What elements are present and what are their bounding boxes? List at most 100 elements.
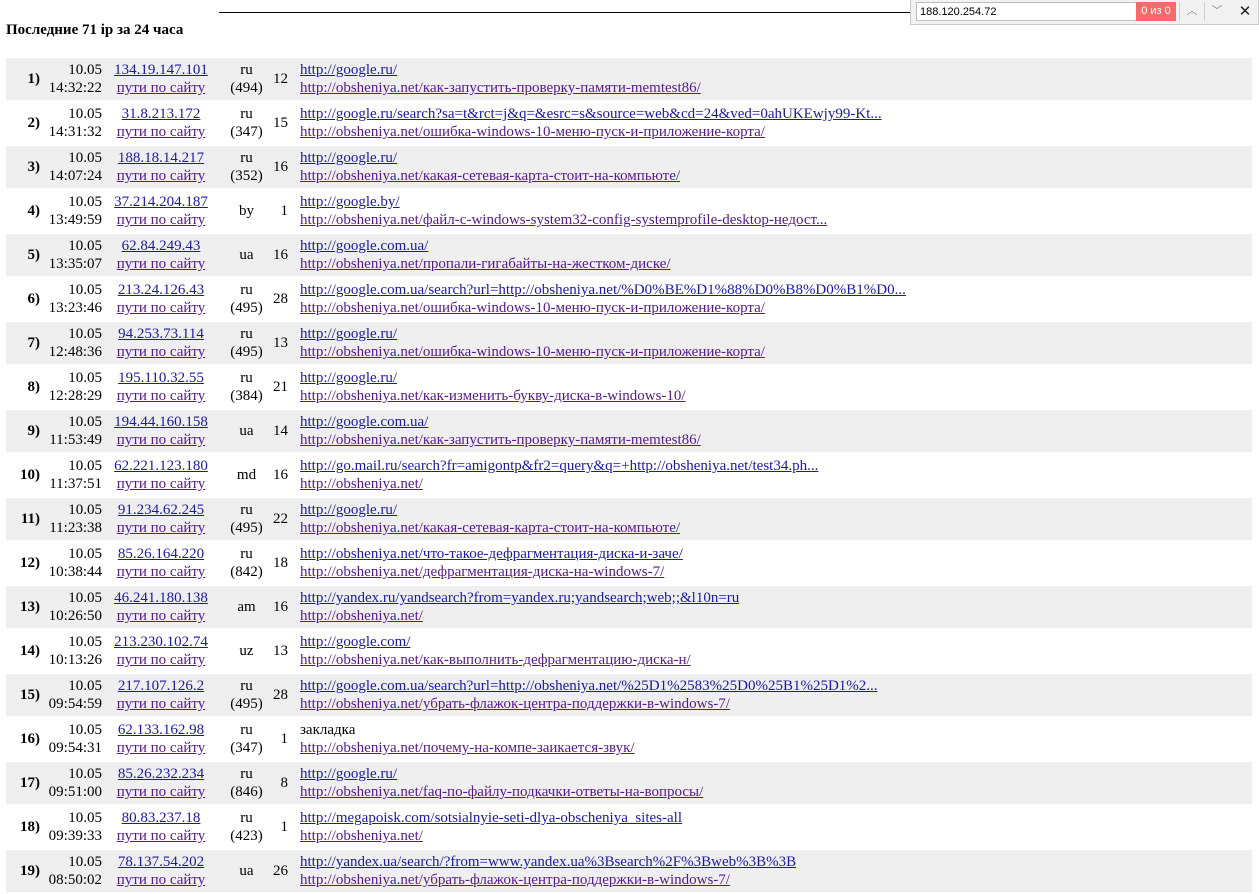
- table-row: 18) 10.05 09:39:33 80.83.237.18 пути по сайт…: [6, 806, 1252, 848]
- landing-page-link[interactable]: http://obsheniya.net/убрать-флажок-центр…: [300, 871, 1252, 889]
- ip-link[interactable]: 85.26.164.220: [102, 545, 220, 563]
- landing-page-link[interactable]: http://obsheniya.net/: [300, 827, 1252, 845]
- landing-page-link[interactable]: http://obsheniya.net/ошибка-windows-10-м…: [300, 299, 1252, 317]
- country-code: ru: [240, 722, 253, 738]
- table-row: 7) 10.05 12:48:36 94.253.73.114 пути по сайт…: [6, 322, 1252, 364]
- referrer-link[interactable]: http://google.com.ua/search?url=http://o…: [300, 281, 1252, 299]
- referrer-link[interactable]: http://google.com.ua/search?url=http://o…: [300, 677, 1252, 695]
- site-paths-link[interactable]: пути по сайту: [102, 431, 220, 449]
- landing-page-link[interactable]: http://obsheniya.net/как-запустить-прове…: [300, 431, 1252, 449]
- landing-page-link[interactable]: http://obsheniya.net/почему-на-компе-заи…: [300, 739, 1252, 757]
- ip-link[interactable]: 62.221.123.180: [102, 457, 220, 475]
- find-next-button[interactable]: ﹀: [1204, 2, 1229, 21]
- ip-link[interactable]: 195.110.32.55: [102, 369, 220, 387]
- ip-link[interactable]: 80.83.237.18: [102, 809, 220, 827]
- find-previous-button[interactable]: ︿: [1179, 2, 1204, 21]
- geo-cell: ru (347): [220, 718, 273, 760]
- page-views: 16: [273, 454, 288, 496]
- landing-page-link[interactable]: http://obsheniya.net/как-выполнить-дефра…: [300, 651, 1252, 669]
- ip-link[interactable]: 91.234.62.245: [102, 501, 220, 519]
- landing-page-link[interactable]: http://obsheniya.net/пропали-гигабайты-н…: [300, 255, 1252, 273]
- site-paths-link[interactable]: пути по сайту: [102, 343, 220, 361]
- site-paths-link[interactable]: пути по сайту: [102, 871, 220, 889]
- row-number: 2): [6, 102, 40, 144]
- visit-date: 10.05: [68, 414, 102, 430]
- ip-link[interactable]: 31.8.213.172: [102, 105, 220, 123]
- landing-page-link[interactable]: http://obsheniya.net/какая-сетевая-карта…: [300, 519, 1252, 537]
- ip-cell: 194.44.160.158 пути по сайту: [102, 410, 220, 452]
- landing-page-link[interactable]: http://obsheniya.net/faq-по-файлу-подкач…: [300, 783, 1252, 801]
- referrer-link[interactable]: http://megapoisk.com/sotsialnyie-seti-dl…: [300, 809, 1252, 827]
- referrer-link[interactable]: http://google.ru/: [300, 765, 1252, 783]
- ip-link[interactable]: 85.26.232.234: [102, 765, 220, 783]
- landing-page-link[interactable]: http://obsheniya.net/как-изменить-букву-…: [300, 387, 1252, 405]
- site-paths-link[interactable]: пути по сайту: [102, 695, 220, 713]
- referrer-link[interactable]: http://google.by/: [300, 193, 1252, 211]
- referrer-link[interactable]: http://google.com.ua/: [300, 413, 1252, 431]
- referrer-link[interactable]: http://go.mail.ru/search?fr=amigontp&fr2…: [300, 457, 1252, 475]
- referrer-link[interactable]: http://google.com.ua/: [300, 237, 1252, 255]
- ip-link[interactable]: 62.133.162.98: [102, 721, 220, 739]
- landing-page-link[interactable]: http://obsheniya.net/как-запустить-прове…: [300, 79, 1252, 97]
- ip-cell: 62.84.249.43 пути по сайту: [102, 234, 220, 276]
- landing-page-link[interactable]: http://obsheniya.net/файл-c-windows-syst…: [300, 211, 1252, 229]
- ip-link[interactable]: 46.241.180.138: [102, 589, 220, 607]
- site-paths-link[interactable]: пути по сайту: [102, 563, 220, 581]
- ip-link[interactable]: 134.19.147.101: [102, 61, 220, 79]
- site-paths-link[interactable]: пути по сайту: [102, 79, 220, 97]
- site-paths-link[interactable]: пути по сайту: [102, 519, 220, 537]
- find-input[interactable]: [916, 2, 1144, 21]
- referrer-link[interactable]: http://yandex.ua/search/?from=www.yandex…: [300, 853, 1252, 871]
- table-row: 3) 10.05 14:07:24 188.18.14.217 пути по сайт…: [6, 146, 1252, 188]
- visit-datetime: 10.05 10:26:50: [40, 586, 102, 628]
- ip-link[interactable]: 62.84.249.43: [102, 237, 220, 255]
- ip-link[interactable]: 213.230.102.74: [102, 633, 220, 651]
- links-cell: http://go.mail.ru/search?fr=amigontp&fr2…: [300, 454, 1252, 496]
- site-paths-link[interactable]: пути по сайту: [102, 739, 220, 757]
- ip-cell: 213.230.102.74 пути по сайту: [102, 630, 220, 672]
- site-paths-link[interactable]: пути по сайту: [102, 651, 220, 669]
- ip-cell: 62.221.123.180 пути по сайту: [102, 454, 220, 496]
- referrer-link[interactable]: http://obsheniya.net/что-такое-дефрагмен…: [300, 545, 1252, 563]
- visit-datetime: 10.05 13:23:46: [40, 278, 102, 320]
- visit-datetime: 10.05 10:38:44: [40, 542, 102, 584]
- site-paths-link[interactable]: пути по сайту: [102, 211, 220, 229]
- landing-page-link[interactable]: http://obsheniya.net/: [300, 607, 1252, 625]
- landing-page-link[interactable]: http://obsheniya.net/какая-сетевая-карта…: [300, 167, 1252, 185]
- site-paths-link[interactable]: пути по сайту: [102, 607, 220, 625]
- referrer-link[interactable]: http://google.ru/: [300, 149, 1252, 167]
- links-cell: http://google.ru/http://obsheniya.net/ка…: [300, 366, 1252, 408]
- site-paths-link[interactable]: пути по сайту: [102, 255, 220, 273]
- landing-page-link[interactable]: http://obsheniya.net/дефрагментация-диск…: [300, 563, 1252, 581]
- referrer-link[interactable]: http://google.ru/: [300, 369, 1252, 387]
- landing-page-link[interactable]: http://obsheniya.net/ошибка-windows-10-м…: [300, 123, 1252, 141]
- ip-link[interactable]: 78.137.54.202: [102, 853, 220, 871]
- site-paths-link[interactable]: пути по сайту: [102, 387, 220, 405]
- referrer-link[interactable]: http://google.ru/: [300, 61, 1252, 79]
- find-close-button[interactable]: ✕: [1233, 2, 1257, 21]
- table-row: 15) 10.05 09:54:59 217.107.126.2 пути по сай…: [6, 674, 1252, 716]
- ip-link[interactable]: 217.107.126.2: [102, 677, 220, 695]
- site-paths-link[interactable]: пути по сайту: [102, 827, 220, 845]
- site-paths-link[interactable]: пути по сайту: [102, 167, 220, 185]
- site-paths-link[interactable]: пути по сайту: [102, 783, 220, 801]
- site-paths-link[interactable]: пути по сайту: [102, 299, 220, 317]
- referrer-link[interactable]: http://google.com/: [300, 633, 1252, 651]
- referrer-link[interactable]: http://google.ru/: [300, 325, 1252, 343]
- ip-link[interactable]: 37.214.204.187: [102, 193, 220, 211]
- landing-page-link[interactable]: http://obsheniya.net/убрать-флажок-центр…: [300, 695, 1252, 713]
- site-paths-link[interactable]: пути по сайту: [102, 123, 220, 141]
- referrer-link[interactable]: http://google.ru/: [300, 501, 1252, 519]
- referrer-link[interactable]: http://google.ru/search?sa=t&rct=j&q=&es…: [300, 105, 1252, 123]
- ip-link[interactable]: 194.44.160.158: [102, 413, 220, 431]
- find-bar: 0 из 0 ︿ ﹀ ✕: [910, 0, 1259, 25]
- ip-link[interactable]: 188.18.14.217: [102, 149, 220, 167]
- referrer-link[interactable]: http://yandex.ru/yandsearch?from=yandex.…: [300, 589, 1252, 607]
- ip-link[interactable]: 213.24.126.43: [102, 281, 220, 299]
- landing-page-link[interactable]: http://obsheniya.net/ошибка-windows-10-м…: [300, 343, 1252, 361]
- links-cell: http://google.ru/http://obsheniya.net/ка…: [300, 58, 1252, 100]
- site-paths-link[interactable]: пути по сайту: [102, 475, 220, 493]
- landing-page-link[interactable]: http://obsheniya.net/: [300, 475, 1252, 493]
- ip-link[interactable]: 94.253.73.114: [102, 325, 220, 343]
- page-views: 12: [273, 58, 288, 100]
